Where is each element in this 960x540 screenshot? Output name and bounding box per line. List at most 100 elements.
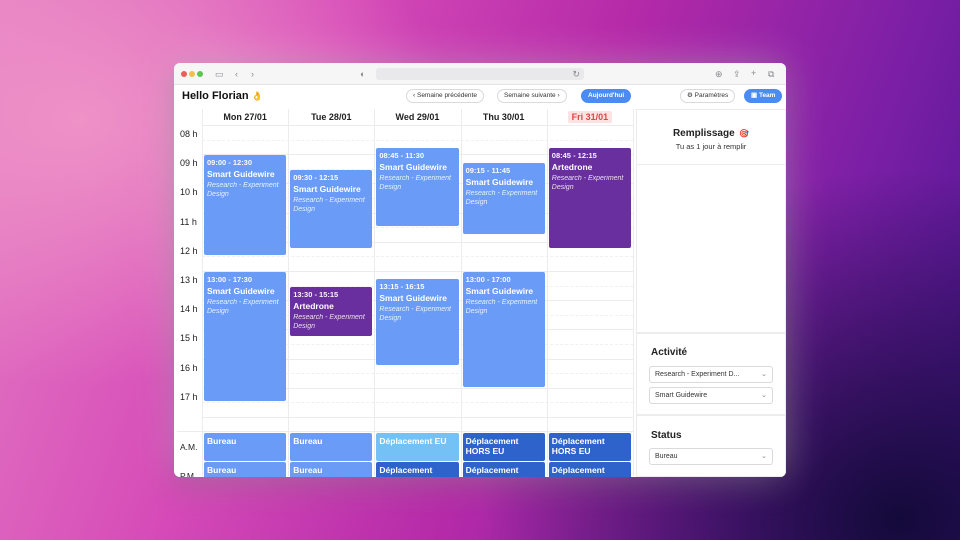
- chevron-down-icon: ⌄: [761, 392, 767, 399]
- event-time: 09:00 - 12:30: [207, 158, 253, 168]
- today-button[interactable]: Aujourd'hui: [581, 89, 632, 103]
- hour-label: 09 h: [180, 158, 198, 169]
- half-hour-gridline: [202, 256, 633, 258]
- status-title: Status: [651, 430, 682, 441]
- am-status-slot[interactable]: Déplacement HORS EU: [462, 433, 545, 461]
- am-status-slot[interactable]: Déplacement HORS EU: [548, 433, 631, 461]
- status-rows-divider: [177, 431, 633, 432]
- chevron-right-icon: ›: [555, 92, 560, 99]
- pm-label: P.M.: [180, 471, 197, 477]
- event-project: Artedrone: [551, 161, 593, 172]
- am-status-slot[interactable]: Bureau: [204, 433, 287, 461]
- day-header[interactable]: Tue 28/01: [288, 109, 374, 125]
- day-column-divider: [374, 109, 376, 476]
- am-status-slot[interactable]: Déplacement EU: [376, 433, 459, 461]
- hour-label: 15 h: [180, 333, 198, 344]
- ok-hand-emoji-icon: 👌: [251, 91, 263, 101]
- browser-toolbar: ▭ ‹ › ◐ ↻ ⊕ ⇪ + ⧉: [174, 63, 786, 85]
- reload-icon[interactable]: ↻: [572, 69, 580, 79]
- event-time: 13:00 - 17:30: [207, 275, 253, 284]
- remplissage-title-row: Remplissage 🎯: [637, 123, 785, 141]
- next-week-label: Semaine suivante: [504, 92, 556, 99]
- event-activity: Research - Experiment Design: [379, 306, 451, 323]
- day-header-label: Tue 28/01: [311, 112, 352, 122]
- next-week-button[interactable]: Semaine suivante ›: [497, 89, 567, 103]
- chevron-down-icon: ⌄: [761, 371, 767, 378]
- day-header-label: Fri 31/01: [567, 111, 613, 123]
- event-time: 09:15 - 11:45: [465, 165, 511, 175]
- close-window-button[interactable]: [181, 71, 187, 77]
- day-column-divider: [288, 109, 290, 476]
- week-calendar: Mon 27/01 Tue 28/01 Wed 29/01 Thu 30/01 Fri …: [177, 109, 634, 477]
- calendar-event[interactable]: 09:15 - 11:45 Smart Guidewire Research - E…: [462, 162, 545, 234]
- minimize-window-button[interactable]: [189, 71, 195, 77]
- greeting-title: Hello Florian 👌: [182, 90, 263, 102]
- event-activity: Research - Experiment Design: [207, 299, 279, 315]
- project-select[interactable]: Smart Guidewire ⌄: [649, 387, 773, 404]
- half-hour-gridline: [202, 139, 633, 141]
- status-select[interactable]: Bureau ⌄: [649, 448, 773, 465]
- event-project: Smart Guidewire: [379, 293, 447, 304]
- calendar-event[interactable]: 13:00 - 17:00 Smart Guidewire Research - E…: [462, 272, 545, 387]
- event-activity: Research - Experiment Design: [465, 189, 538, 206]
- event-project: Artedrone: [293, 300, 334, 311]
- sidebar-icon[interactable]: ▭: [215, 69, 224, 79]
- remplissage-title: Remplissage: [672, 128, 735, 139]
- hour-label: 10 h: [180, 187, 198, 198]
- forward-icon[interactable]: ›: [251, 69, 254, 79]
- day-header[interactable]: Wed 29/01: [374, 109, 460, 125]
- hour-label: 12 h: [180, 245, 198, 256]
- address-bar[interactable]: ↻: [376, 68, 584, 80]
- event-project: Smart Guidewire: [465, 286, 534, 296]
- downloads-icon[interactable]: ⊕: [715, 69, 723, 79]
- day-header-label: Mon 27/01: [223, 112, 267, 122]
- project-select-value: Smart Guidewire: [655, 392, 708, 399]
- pm-status-slot[interactable]: Déplacement HORS EU: [376, 462, 459, 477]
- calendar-event[interactable]: 13:00 - 17:30 Smart Guidewire Research - E…: [204, 272, 287, 402]
- tabs-overview-icon[interactable]: ⧉: [768, 69, 774, 79]
- gear-icon: ⚙: [687, 92, 695, 99]
- activity-select[interactable]: Research - Experiment D... ⌄: [649, 366, 773, 383]
- today-label: Aujourd'hui: [588, 92, 625, 99]
- event-activity: Research - Experiment Design: [465, 299, 538, 315]
- new-tab-icon[interactable]: +: [751, 68, 756, 78]
- share-icon[interactable]: ⇪: [733, 69, 741, 79]
- day-header-label: Wed 29/01: [395, 112, 440, 122]
- activite-panel: Activité Research - Experiment D... ⌄ Sm…: [636, 333, 786, 415]
- privacy-shield-icon[interactable]: ◐: [360, 69, 365, 79]
- calendar-event[interactable]: 13:15 - 16:15 Smart Guidewire Research - E…: [376, 279, 459, 365]
- header-divider: [202, 125, 633, 126]
- pm-status-slot[interactable]: Bureau: [290, 462, 373, 477]
- calendar-event[interactable]: 09:30 - 12:15 Smart Guidewire Research - E…: [290, 169, 373, 249]
- event-time: 13:15 - 16:15: [379, 282, 425, 292]
- day-column-divider: [546, 109, 548, 476]
- calendar-event[interactable]: 13:30 - 15:15 Artedrone Research - Experim…: [290, 286, 373, 336]
- event-project: Smart Guidewire: [293, 183, 361, 194]
- previous-week-label: Semaine précédente: [416, 92, 477, 99]
- team-button[interactable]: ▣ Team: [744, 89, 783, 103]
- empty-panel: [636, 165, 786, 333]
- back-icon[interactable]: ‹: [235, 69, 238, 79]
- event-activity: Research - Experiment Design: [551, 174, 624, 191]
- day-header[interactable]: Mon 27/01: [202, 109, 288, 125]
- team-label: Team: [758, 92, 776, 99]
- activite-title: Activité: [651, 347, 688, 358]
- calendar-event[interactable]: 09:00 - 12:30 Smart Guidewire Research - E…: [204, 155, 287, 256]
- event-activity: Research - Experiment Design: [293, 196, 365, 213]
- status-select-value: Bureau: [655, 453, 678, 460]
- hour-label: 14 h: [180, 304, 198, 315]
- calendar-event[interactable]: 08:45 - 12:15 Artedrone Research - Experim…: [548, 147, 631, 249]
- day-header[interactable]: Fri 31/01: [547, 109, 633, 125]
- maximize-window-button[interactable]: [197, 71, 203, 77]
- day-column-divider: [633, 109, 634, 476]
- day-header[interactable]: Thu 30/01: [461, 109, 547, 125]
- remplissage-panel: Remplissage 🎯 Tu as 1 jour à remplir: [636, 109, 786, 165]
- pm-status-slot[interactable]: Déplacement HORS EU: [548, 462, 631, 477]
- pm-status-slot[interactable]: Déplacement HORS EU: [462, 462, 545, 477]
- am-status-slot[interactable]: Bureau: [290, 433, 373, 461]
- settings-button[interactable]: ⚙ Paramètres: [680, 89, 736, 103]
- pm-status-slot[interactable]: Bureau: [204, 462, 287, 477]
- previous-week-button[interactable]: ‹ Semaine précédente: [406, 89, 484, 103]
- calendar-event[interactable]: 08:45 - 11:30 Smart Guidewire Research - E…: [376, 147, 459, 227]
- event-time: 13:00 - 17:00: [465, 275, 511, 284]
